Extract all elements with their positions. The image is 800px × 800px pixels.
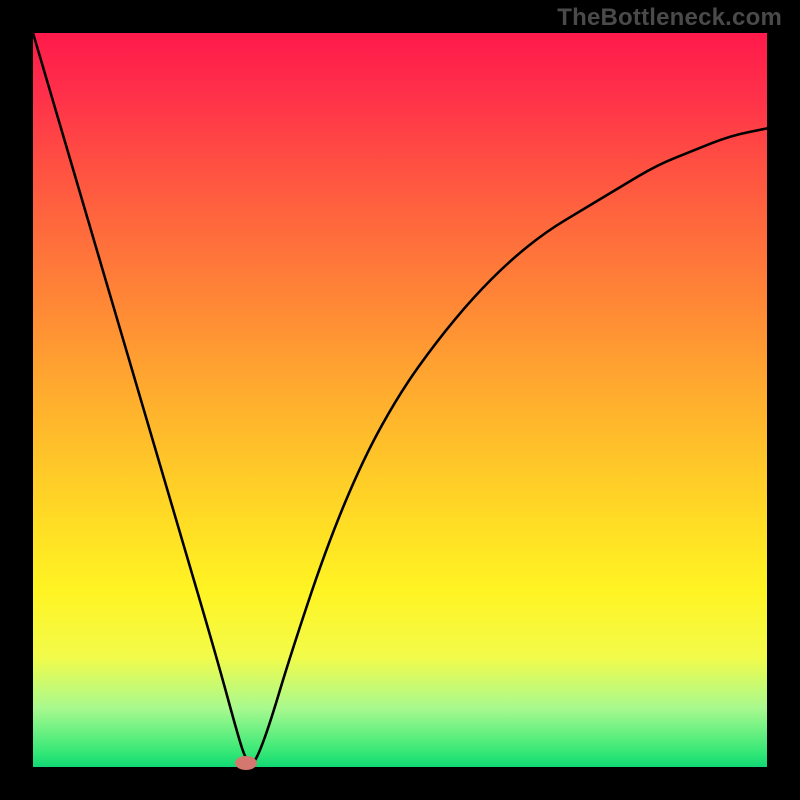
bottleneck-curve xyxy=(33,33,767,767)
curve-path xyxy=(33,33,767,764)
chart-frame: TheBottleneck.com xyxy=(0,0,800,800)
watermark-text: TheBottleneck.com xyxy=(557,4,782,32)
optimum-marker xyxy=(235,756,257,770)
